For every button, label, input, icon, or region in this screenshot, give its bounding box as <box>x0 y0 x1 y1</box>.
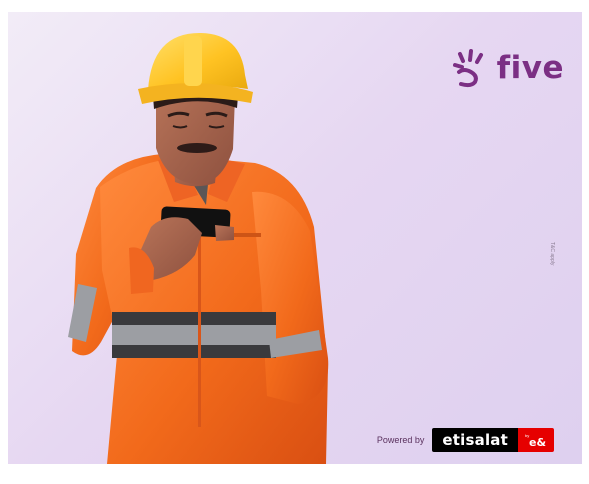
powered-by-lockup: Powered by etisalat by e& <box>377 428 554 452</box>
mustache <box>177 143 217 153</box>
left-thumb <box>215 225 234 241</box>
button-line <box>198 217 201 427</box>
reflective-band-dark-top <box>112 312 276 325</box>
advertisement-banner: five T&C apply Powered by etisalat by e& <box>8 12 582 464</box>
five-logo: five <box>449 48 564 88</box>
helmet-ridge <box>184 36 202 86</box>
etisalat-wordmark-box: etisalat <box>432 428 518 452</box>
etisalat-wordmark: etisalat <box>442 431 508 449</box>
brand-name: five <box>496 49 564 86</box>
five-sun-icon <box>452 49 483 88</box>
e-and-logo: by e& <box>518 428 554 452</box>
etisalat-logo: etisalat by e& <box>432 428 554 452</box>
reflective-band-dark-bottom <box>112 345 276 358</box>
powered-by-label: Powered by <box>376 435 425 445</box>
terms-note: T&C apply <box>549 242 555 266</box>
reflective-band-silver <box>112 325 276 345</box>
e-and-logo-icon: by e& <box>525 433 546 448</box>
svg-text:e&: e& <box>529 436 546 448</box>
